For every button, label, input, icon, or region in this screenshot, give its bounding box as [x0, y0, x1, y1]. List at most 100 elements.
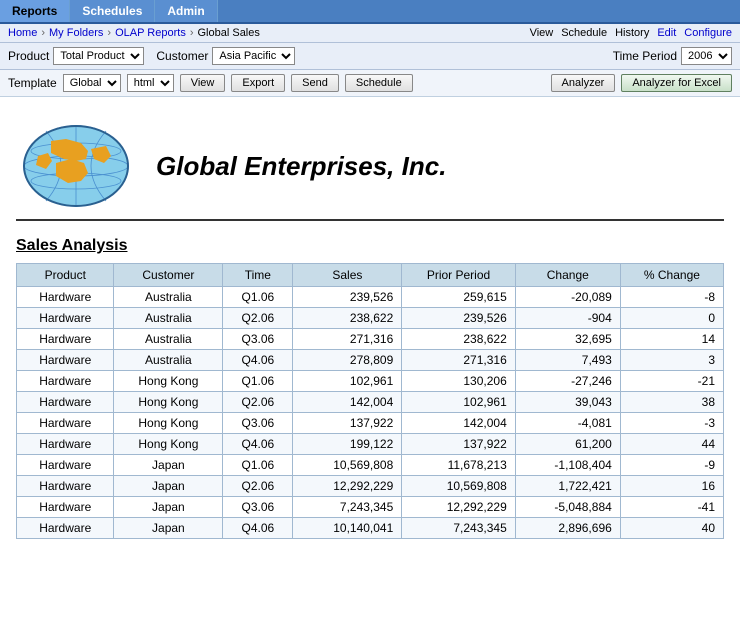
breadcrumb-current: Global Sales	[198, 27, 260, 39]
breadcrumb-olapreports[interactable]: OLAP Reports	[115, 27, 186, 39]
table-cell: 102,961	[293, 371, 402, 392]
sep2: ›	[107, 27, 111, 39]
table-cell: 142,004	[293, 392, 402, 413]
table-row: HardwareAustraliaQ4.06278,809271,3167,49…	[17, 350, 724, 371]
table-cell: 11,678,213	[402, 455, 515, 476]
table-cell: 3	[620, 350, 723, 371]
table-header-row: ProductCustomerTimeSalesPrior PeriodChan…	[17, 264, 724, 287]
table-cell: Hardware	[17, 350, 114, 371]
table-cell: 38	[620, 392, 723, 413]
table-row: HardwareJapanQ1.0610,569,80811,678,213-1…	[17, 455, 724, 476]
analyzer-excel-button[interactable]: Analyzer for Excel	[621, 74, 732, 92]
analyzer-button[interactable]: Analyzer	[551, 74, 616, 92]
table-cell: -27,246	[515, 371, 620, 392]
table-cell: 259,615	[402, 287, 515, 308]
table-cell: -3	[620, 413, 723, 434]
table-cell: 239,526	[402, 308, 515, 329]
table-cell: -5,048,884	[515, 497, 620, 518]
table-header-cell: Time	[223, 264, 293, 287]
schedule-button[interactable]: Schedule	[345, 74, 413, 92]
table-header-cell: Customer	[114, 264, 223, 287]
table-cell: Hong Kong	[114, 392, 223, 413]
table-header-cell: Change	[515, 264, 620, 287]
breadcrumb-home[interactable]: Home	[8, 27, 37, 39]
table-cell: 7,243,345	[402, 518, 515, 539]
edit-link[interactable]: Edit	[657, 27, 676, 39]
table-cell: Hong Kong	[114, 413, 223, 434]
table-cell: Q1.06	[223, 287, 293, 308]
table-cell: Hardware	[17, 413, 114, 434]
table-cell: Hardware	[17, 371, 114, 392]
customer-select[interactable]: Asia Pacific	[212, 47, 295, 65]
table-cell: Hardware	[17, 434, 114, 455]
table-cell: Australia	[114, 329, 223, 350]
table-row: HardwareHong KongQ1.06102,961130,206-27,…	[17, 371, 724, 392]
table-cell: Hong Kong	[114, 434, 223, 455]
configure-link[interactable]: Configure	[684, 27, 732, 39]
table-row: HardwareJapanQ4.0610,140,0417,243,3452,8…	[17, 518, 724, 539]
table-cell: 142,004	[402, 413, 515, 434]
table-cell: 238,622	[402, 329, 515, 350]
company-name: Global Enterprises, Inc.	[156, 151, 446, 182]
tab-reports[interactable]: Reports	[0, 0, 70, 22]
table-cell: 12,292,229	[402, 497, 515, 518]
table-cell: Q3.06	[223, 497, 293, 518]
globe-logo	[16, 121, 136, 211]
table-cell: 0	[620, 308, 723, 329]
table-cell: 14	[620, 329, 723, 350]
report-header: Global Enterprises, Inc.	[16, 105, 724, 221]
table-cell: 137,922	[293, 413, 402, 434]
table-cell: Japan	[114, 455, 223, 476]
table-cell: Japan	[114, 497, 223, 518]
send-button[interactable]: Send	[291, 74, 339, 92]
table-cell: Hardware	[17, 308, 114, 329]
table-cell: Australia	[114, 308, 223, 329]
table-cell: Hardware	[17, 455, 114, 476]
table-cell: 10,140,041	[293, 518, 402, 539]
table-cell: -9	[620, 455, 723, 476]
table-cell: 271,316	[293, 329, 402, 350]
table-header-cell: Sales	[293, 264, 402, 287]
table-cell: 271,316	[402, 350, 515, 371]
history-link[interactable]: History	[615, 27, 649, 39]
table-cell: 1,722,421	[515, 476, 620, 497]
table-cell: Australia	[114, 350, 223, 371]
table-cell: 32,695	[515, 329, 620, 350]
product-select[interactable]: Total Product	[53, 47, 144, 65]
table-cell: Hardware	[17, 476, 114, 497]
table-cell: Q1.06	[223, 455, 293, 476]
breadcrumb-myfolders[interactable]: My Folders	[49, 27, 103, 39]
table-cell: -20,089	[515, 287, 620, 308]
tab-schedules[interactable]: Schedules	[70, 0, 155, 22]
table-cell: 7,243,345	[293, 497, 402, 518]
time-period-select[interactable]: 2006	[681, 47, 732, 65]
template-select[interactable]: Global	[63, 74, 121, 92]
table-cell: Q1.06	[223, 371, 293, 392]
section-title: Sales Analysis	[16, 237, 724, 255]
customer-label: Customer	[156, 49, 208, 63]
table-cell: Hardware	[17, 287, 114, 308]
table-cell: 239,526	[293, 287, 402, 308]
format-select[interactable]: html	[127, 74, 174, 92]
table-cell: Q3.06	[223, 329, 293, 350]
table-row: HardwareAustraliaQ2.06238,622239,526-904…	[17, 308, 724, 329]
table-cell: Q3.06	[223, 413, 293, 434]
table-cell: Hardware	[17, 518, 114, 539]
table-cell: Hardware	[17, 392, 114, 413]
export-button[interactable]: Export	[231, 74, 285, 92]
view-link[interactable]: View	[530, 27, 554, 39]
table-cell: Q4.06	[223, 518, 293, 539]
table-cell: 199,122	[293, 434, 402, 455]
schedule-link[interactable]: Schedule	[561, 27, 607, 39]
breadcrumb-bar: Home › My Folders › OLAP Reports › Globa…	[0, 24, 740, 43]
table-cell: Australia	[114, 287, 223, 308]
sep1: ›	[41, 27, 45, 39]
table-cell: 44	[620, 434, 723, 455]
breadcrumb-path: Home › My Folders › OLAP Reports › Globa…	[8, 27, 260, 39]
table-row: HardwareJapanQ3.067,243,34512,292,229-5,…	[17, 497, 724, 518]
table-cell: 39,043	[515, 392, 620, 413]
tab-admin[interactable]: Admin	[155, 0, 217, 22]
top-nav: Reports Schedules Admin	[0, 0, 740, 24]
filter-bar: Product Total Product Customer Asia Paci…	[0, 43, 740, 70]
view-button[interactable]: View	[180, 74, 226, 92]
